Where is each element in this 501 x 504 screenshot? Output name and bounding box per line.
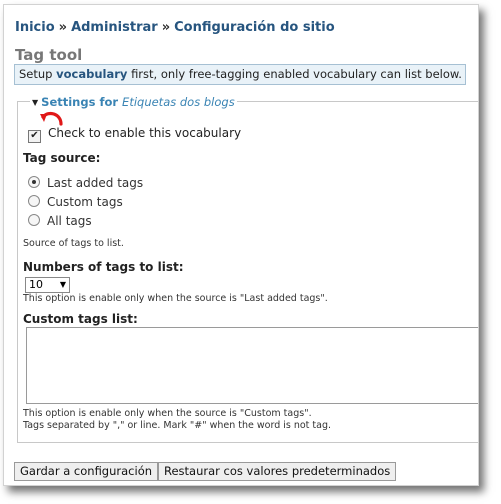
- vocabulary-link[interactable]: vocabulary: [56, 67, 127, 81]
- custom-tags-label: Custom tags list:: [23, 312, 138, 326]
- breadcrumb-site-config-link[interactable]: Configuración do sitio: [174, 20, 335, 35]
- radio-label: All tags: [47, 214, 92, 228]
- legend-prefix: Settings for: [41, 95, 119, 109]
- breadcrumb-separator: »: [161, 20, 171, 35]
- num-tags-select[interactable]: 10 ▼: [25, 277, 70, 293]
- main-panel: Inicio» Administrar» Configuración do siti…: [3, 4, 479, 486]
- radio-button-selected[interactable]: [28, 176, 40, 188]
- radio-label: Last added tags: [47, 176, 144, 190]
- num-tags-value: 10: [29, 278, 43, 291]
- help-message: Setup vocabulary first, only free-taggin…: [14, 64, 466, 85]
- fieldset-legend[interactable]: ▼ Settings for Etiquetas dos blogs: [30, 95, 237, 109]
- page-title: Tag tool: [15, 46, 83, 64]
- legend-vocabulary-name: Etiquetas dos blogs: [122, 95, 235, 109]
- tag-source-label: Tag source:: [23, 151, 101, 165]
- reset-defaults-button[interactable]: Restaurar cos valores predeterminados: [158, 462, 397, 481]
- help-prefix: Setup: [19, 67, 53, 81]
- custom-tags-description: This option is enable only when the sour…: [23, 408, 312, 419]
- num-tags-description: This option is enable only when the sour…: [23, 293, 328, 304]
- help-suffix: first, only free-tagging enabled vocabul…: [131, 67, 462, 81]
- dropdown-arrow-icon: ▼: [59, 280, 66, 289]
- save-configuration-button[interactable]: Gardar a configuración: [14, 462, 159, 481]
- radio-button[interactable]: [28, 214, 40, 226]
- radio-button[interactable]: [28, 195, 40, 207]
- enable-vocabulary-checkbox-row[interactable]: ✔ Check to enable this vocabulary: [28, 126, 241, 143]
- radio-last-added-tags[interactable]: Last added tags: [28, 176, 143, 190]
- enable-vocabulary-label: Check to enable this vocabulary: [48, 126, 242, 140]
- breadcrumb: Inicio» Administrar» Configuración do siti…: [15, 20, 335, 35]
- enable-vocabulary-checkbox[interactable]: ✔: [28, 130, 41, 143]
- breadcrumb-admin-link[interactable]: Administrar: [71, 20, 158, 35]
- radio-all-tags[interactable]: All tags: [28, 214, 92, 228]
- tag-source-description: Source of tags to list.: [23, 238, 124, 249]
- curved-arrow-annotation-icon: [40, 111, 63, 126]
- breadcrumb-home-link[interactable]: Inicio: [15, 20, 55, 35]
- breadcrumb-separator: »: [58, 20, 68, 35]
- custom-tags-textarea[interactable]: [26, 327, 478, 404]
- custom-tags-description-2: Tags separated by "," or line. Mark "#" …: [23, 420, 332, 431]
- radio-custom-tags[interactable]: Custom tags: [28, 195, 123, 209]
- radio-label: Custom tags: [47, 195, 123, 209]
- collapse-triangle-icon[interactable]: ▼: [32, 98, 38, 107]
- num-tags-label: Numbers of tags to list:: [23, 260, 184, 274]
